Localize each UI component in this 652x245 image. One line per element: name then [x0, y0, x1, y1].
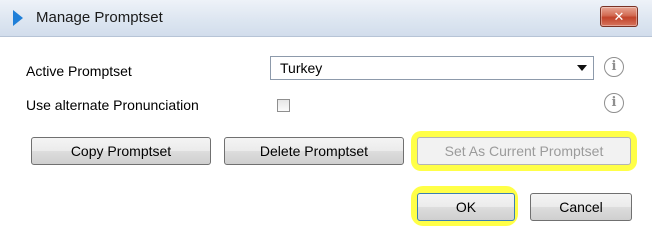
alternate-pronunciation-label: Use alternate Pronunciation: [26, 97, 199, 113]
title-bar: Manage Promptset ✕: [0, 0, 652, 37]
alternate-pronunciation-checkbox[interactable]: [277, 99, 290, 112]
active-promptset-value: Turkey: [280, 60, 323, 76]
close-icon: ✕: [613, 9, 625, 24]
cancel-button[interactable]: Cancel: [530, 193, 632, 221]
delete-promptset-button[interactable]: Delete Promptset: [224, 137, 404, 165]
set-as-current-promptset-button[interactable]: Set As Current Promptset: [417, 137, 631, 165]
info-icon[interactable]: i: [604, 93, 624, 113]
active-promptset-label: Active Promptset: [26, 63, 132, 79]
active-promptset-select[interactable]: Turkey: [270, 56, 594, 80]
app-icon: [13, 10, 23, 26]
window-title: Manage Promptset: [36, 9, 163, 26]
close-button[interactable]: ✕: [600, 6, 638, 27]
info-icon[interactable]: i: [604, 57, 624, 77]
copy-promptset-button[interactable]: Copy Promptset: [31, 137, 211, 165]
dropdown-arrow-icon[interactable]: [577, 65, 587, 71]
ok-button[interactable]: OK: [417, 193, 515, 221]
